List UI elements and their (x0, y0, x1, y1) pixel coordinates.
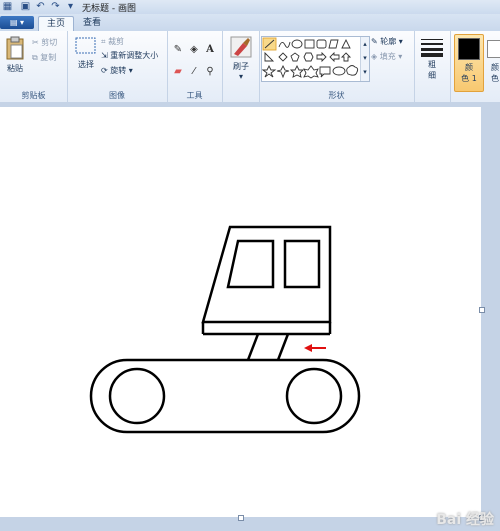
red-arrow-head (304, 344, 312, 352)
copy-label: 复制 (40, 53, 57, 62)
resize-button[interactable]: ⇲ 重新调整大小 (101, 51, 158, 61)
eraser-icon[interactable]: ▰ (171, 65, 185, 79)
save-icon[interactable]: ▣ (20, 1, 31, 12)
cab-window-right (283, 239, 321, 289)
ribbon: 粘贴 ✂ 剪切 ⧉ 复制 剪贴板 选择 ⌗ 裁剪 ⇲ 重新调整大小 ⟳ 旋转 ▾… (0, 31, 500, 103)
color2-label-bottom: 色 (491, 74, 499, 83)
color1-label-top: 颜 (465, 63, 473, 72)
select-button[interactable]: 选择 (71, 35, 101, 70)
title-bar: ▦ ▣ ↶ ↷ ▾ 无标题 - 画图 (0, 0, 500, 14)
outline-label: 轮廓 (380, 37, 397, 46)
drawing (89, 225, 361, 434)
watermark: Bai 经验 (436, 512, 494, 528)
shapes-group-label: 形状 (328, 91, 345, 100)
drawing-canvas[interactable] (0, 107, 481, 517)
paste-label: 粘贴 (7, 64, 23, 73)
cut-button[interactable]: ✂ 剪切 (32, 38, 57, 48)
color2-button[interactable]: 颜 色 (485, 34, 500, 90)
redo-icon[interactable]: ↷ (50, 1, 61, 12)
color-picker-icon[interactable]: ⁄ (187, 65, 201, 79)
size-label-top: 粗 (428, 60, 436, 69)
brushes-group: 刷子 ▾ (222, 31, 260, 102)
wheel-left (108, 367, 166, 425)
crop-label: 裁剪 (108, 37, 125, 46)
app-menu-button[interactable]: ▤ ▾ (0, 16, 34, 29)
tools-group: ✎ ◈ A ▰ ⁄ ⚲ 工具 (167, 31, 223, 102)
color1-button[interactable]: 颜 色 1 (454, 34, 484, 92)
line-size-icon (421, 39, 443, 57)
copy-button[interactable]: ⧉ 复制 (32, 53, 56, 63)
outline-button[interactable]: ✎ 轮廓 ▾ (371, 37, 403, 47)
clipboard-group-label: 剪贴板 (21, 91, 46, 100)
tools-group-label: 工具 (186, 91, 203, 100)
color1-label-bottom: 色 1 (461, 74, 477, 83)
rotate-label: 旋转 (110, 66, 127, 75)
paint-app-icon[interactable]: ▦ (2, 1, 13, 12)
fill-icon[interactable]: ◈ (187, 43, 201, 57)
text-icon[interactable]: A (203, 43, 217, 57)
select-icon (75, 37, 96, 54)
magnifier-icon[interactable]: ⚲ (203, 65, 217, 79)
canvas-area: Bai 经验 (0, 102, 500, 531)
tab-view[interactable]: 查看 (75, 16, 109, 31)
color1-swatch (458, 38, 480, 60)
connector-right (276, 333, 290, 361)
wheel-right (285, 367, 343, 425)
fill-label: 填充 (379, 52, 396, 61)
quick-access-dropdown-icon[interactable]: ▾ (65, 1, 76, 12)
pencil-icon[interactable]: ✎ (171, 43, 185, 57)
shapes-scroll[interactable]: ▴ ▾ ▾ (360, 37, 369, 81)
resize-label: 重新调整大小 (110, 51, 159, 60)
brushes-dropdown-icon[interactable]: ▾ (226, 72, 256, 81)
fill-button[interactable]: ◈ 填充 ▾ (371, 52, 402, 62)
size-label-bottom: 细 (428, 71, 436, 80)
resize-handle-right[interactable] (479, 307, 485, 313)
select-label: 选择 (78, 60, 94, 69)
brush-icon (230, 36, 252, 58)
size-button[interactable]: 粗 细 (418, 37, 446, 81)
connector-left (246, 333, 260, 361)
shapes-gallery: ▴ ▾ ▾ (261, 36, 370, 82)
color2-label-top: 颜 (491, 63, 499, 72)
shapes-palette (262, 37, 359, 79)
clipboard-group: 粘贴 ✂ 剪切 ⧉ 复制 剪贴板 (0, 31, 68, 102)
rotate-button[interactable]: ⟳ 旋转 ▾ (101, 66, 133, 76)
brushes-button[interactable]: 刷子 ▾ (226, 35, 256, 81)
resize-handle-bottom[interactable] (238, 515, 244, 521)
cut-label: 剪切 (41, 38, 58, 47)
undo-icon[interactable]: ↶ (35, 1, 46, 12)
tab-home[interactable]: 主页 (38, 16, 75, 32)
crop-button[interactable]: ⌗ 裁剪 (101, 37, 124, 47)
brushes-label: 刷子 (233, 62, 249, 71)
size-group: 粗 细 (414, 31, 451, 102)
cab-window-left (226, 239, 275, 289)
paste-icon (6, 36, 24, 60)
paste-button[interactable]: 粘贴 (2, 35, 28, 74)
image-group: 选择 ⌗ 裁剪 ⇲ 重新调整大小 ⟳ 旋转 ▾ 图像 (67, 31, 168, 102)
color2-swatch (487, 40, 500, 58)
image-group-label: 图像 (109, 91, 125, 100)
window-title: 无标题 - 画图 (82, 4, 136, 14)
